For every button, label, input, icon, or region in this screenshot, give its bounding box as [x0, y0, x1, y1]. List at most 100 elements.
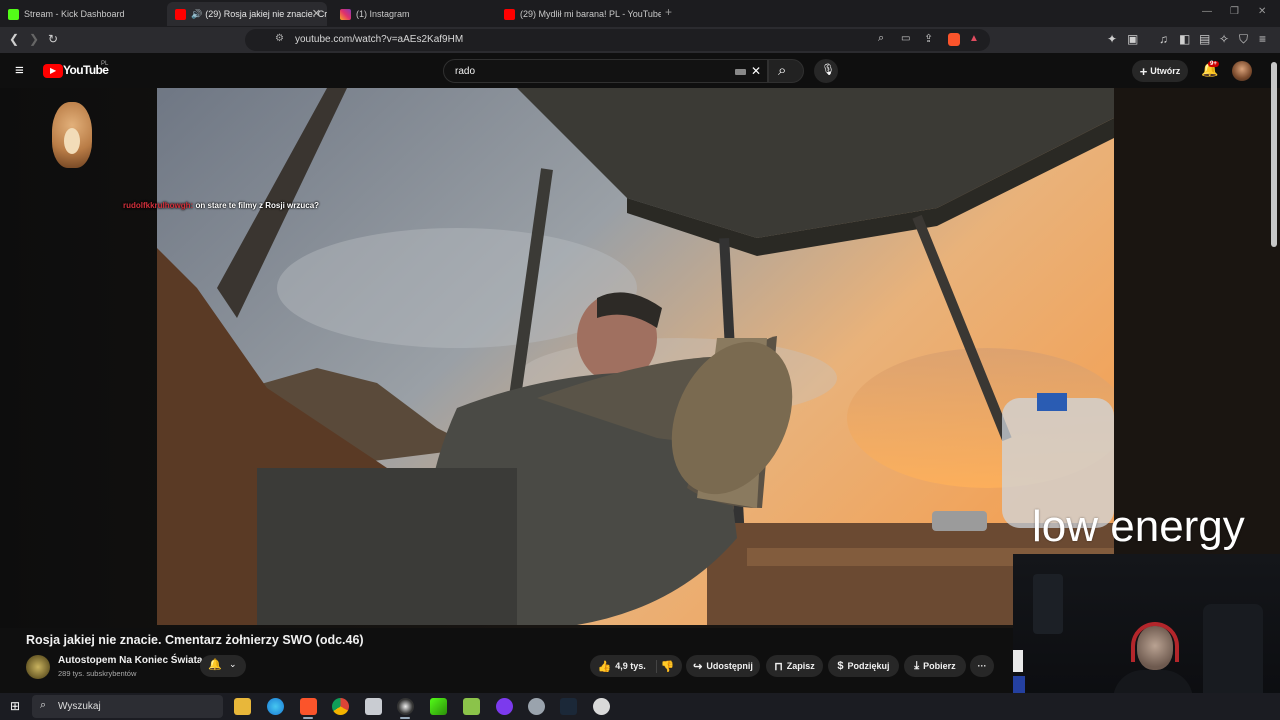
extensions-icon[interactable]: ✦: [1107, 32, 1117, 46]
like-button[interactable]: 👍 4,9 tys.: [598, 659, 657, 673]
windows-start-icon[interactable]: ⊞: [10, 699, 20, 713]
thumbs-down-icon[interactable]: 👎: [661, 660, 675, 673]
download-button[interactable]: ⤓ Pobierz: [904, 655, 966, 677]
more-dots-icon: ···: [977, 661, 987, 671]
webcam-background-shape: [1203, 604, 1263, 704]
channel-avatar[interactable]: [26, 655, 50, 679]
minimize-icon[interactable]: —: [1202, 6, 1212, 17]
share-arrow-icon: ↪: [693, 660, 703, 673]
youtube-header: ≡ ▶ YouTube PL rado ✕ ⌕ 🎙 + Utwórz 🔔 9+: [0, 53, 1280, 88]
screenshot-icon[interactable]: ▣: [1127, 32, 1138, 46]
thanks-button[interactable]: $ Podziękuj: [828, 655, 899, 677]
site-info-icon[interactable]: ⚙: [275, 33, 284, 44]
tab-youtube-rosja[interactable]: 🔊 (29) Rosja jakiej nie znacie. Cr ✕: [167, 2, 327, 26]
zoom-icon[interactable]: ⌕: [878, 32, 884, 45]
chevron-down-icon: ⌄: [229, 659, 237, 669]
brave-icon[interactable]: [300, 698, 317, 715]
avatar[interactable]: [1232, 61, 1252, 81]
app-icon[interactable]: [593, 698, 610, 715]
more-actions-button[interactable]: ···: [970, 655, 994, 677]
save-button[interactable]: ⊓ Zapisz: [766, 655, 823, 677]
menu-icon[interactable]: ≡: [1259, 32, 1266, 46]
video-frame: [157, 88, 1114, 625]
tab-title: Stream - Kick Dashboard: [24, 9, 125, 19]
close-window-icon[interactable]: ✕: [1258, 6, 1266, 17]
app-icon[interactable]: [528, 698, 545, 715]
file-explorer-icon[interactable]: [234, 698, 251, 715]
forward-icon[interactable]: ❯: [29, 32, 39, 46]
active-app-indicator: [400, 717, 410, 719]
keyboard-icon[interactable]: [735, 69, 746, 75]
reload-icon[interactable]: ↻: [48, 32, 58, 46]
chat-username: rudolfkkrulhowgh:: [123, 201, 194, 210]
tab-kick-dashboard[interactable]: Stream - Kick Dashboard: [0, 2, 165, 26]
search-button[interactable]: ⌕: [768, 59, 804, 83]
hamster-overlay-image: [52, 102, 92, 168]
sidebar-icon[interactable]: ◧: [1179, 32, 1190, 46]
tab-title: (29) Mydlił mi barana! PL - YouTube: [520, 9, 661, 19]
webcam-edge-marker: [1013, 676, 1025, 694]
taskbar-search[interactable]: ⌕ Wyszukaj: [32, 695, 223, 718]
taskbar-search-label: Wyszukaj: [58, 701, 101, 712]
download-icon: ⤓: [914, 659, 920, 672]
download-label: Pobierz: [923, 661, 956, 671]
chrome-icon[interactable]: [332, 698, 349, 715]
microphone-icon: 🎙: [821, 64, 835, 76]
edge-icon[interactable]: [267, 698, 284, 715]
close-tab-icon[interactable]: ✕: [312, 7, 321, 20]
youtube-logo-icon[interactable]: ▶: [43, 64, 63, 78]
share-icon[interactable]: ⇪: [924, 32, 933, 45]
brave-shields-icon[interactable]: [948, 33, 960, 46]
kick-icon: [8, 8, 19, 20]
clear-search-icon[interactable]: ✕: [751, 64, 761, 78]
chat-message: on stare te filmy z Rosji wrzuca?: [193, 201, 320, 210]
channel-name[interactable]: Autostopem Na Koniec Świata: [58, 655, 202, 666]
app-icon[interactable]: [365, 698, 382, 715]
subscriber-count: 289 tys. subskrybentów: [58, 669, 137, 678]
restore-icon[interactable]: ❐: [1230, 6, 1239, 17]
search-box[interactable]: rado ✕: [443, 59, 768, 83]
brave-rewards-icon[interactable]: ▲: [969, 33, 979, 44]
chat-overlay: rudolfkkrulhowgh: on stare te filmy z Ro…: [123, 201, 319, 210]
address-bar[interactable]: ⚙ youtube.com/watch?v=aAEs2Kaf9HM ⌕ ▭ ⇪ …: [245, 29, 990, 51]
video-title: Rosja jakiej nie znacie. Cmentarz żołnie…: [26, 633, 364, 647]
obs-icon[interactable]: [397, 698, 414, 715]
vpn-icon[interactable]: ⛉: [1239, 32, 1248, 46]
dollar-heart-icon: $: [837, 660, 844, 672]
kick-studio-icon[interactable]: [430, 698, 447, 715]
speaker-icon: 🔊: [191, 8, 203, 19]
app-icon[interactable]: [463, 698, 480, 715]
video-player[interactable]: [157, 88, 1114, 625]
webcam-background-shape: [1033, 574, 1063, 634]
share-button[interactable]: ↪ Udostępnij: [686, 655, 760, 677]
bell-icon: 🔔: [208, 659, 222, 671]
headset-icon: [1131, 622, 1179, 662]
steam-icon[interactable]: [560, 698, 577, 715]
windows-taskbar: ⊞ ⌕ Wyszukaj: [0, 693, 1280, 720]
app-icon[interactable]: [496, 698, 513, 715]
new-tab-button[interactable]: +: [665, 5, 672, 19]
tab-instagram[interactable]: (1) Instagram: [332, 2, 492, 26]
like-count: 4,9 tys.: [615, 661, 646, 671]
hamburger-menu-icon[interactable]: ≡: [15, 62, 24, 79]
subscription-bell-button[interactable]: 🔔 ⌄: [200, 655, 246, 677]
url-text: youtube.com/watch?v=aAEs2Kaf9HM: [295, 34, 464, 45]
search-input[interactable]: rado: [455, 66, 475, 77]
create-button[interactable]: + Utwórz: [1132, 60, 1188, 82]
tab-title: (1) Instagram: [356, 9, 410, 19]
voice-search-button[interactable]: 🎙: [814, 59, 838, 83]
share-label: Udostępnij: [706, 661, 753, 671]
browser-toolbar: ❮ ❯ ↻ ⊓ ⚙ youtube.com/watch?v=aAEs2Kaf9H…: [0, 27, 1280, 53]
bookmark-icon: ⊓: [774, 660, 783, 673]
cast-icon[interactable]: ▭: [901, 33, 910, 44]
stream-overlay-text: low energy: [1032, 502, 1245, 551]
page-scrollbar[interactable]: [1271, 62, 1277, 247]
hamster-belly: [64, 128, 80, 154]
webcam-edge-marker: [1013, 650, 1023, 672]
tab-youtube-mydlil[interactable]: (29) Mydlił mi barana! PL - YouTube: [496, 2, 661, 26]
instagram-icon: [340, 8, 351, 20]
wallet-icon[interactable]: ▤: [1199, 32, 1210, 46]
leo-ai-icon[interactable]: ✧: [1219, 32, 1229, 46]
music-icon[interactable]: ♫: [1159, 32, 1168, 46]
back-icon[interactable]: ❮: [9, 32, 19, 46]
